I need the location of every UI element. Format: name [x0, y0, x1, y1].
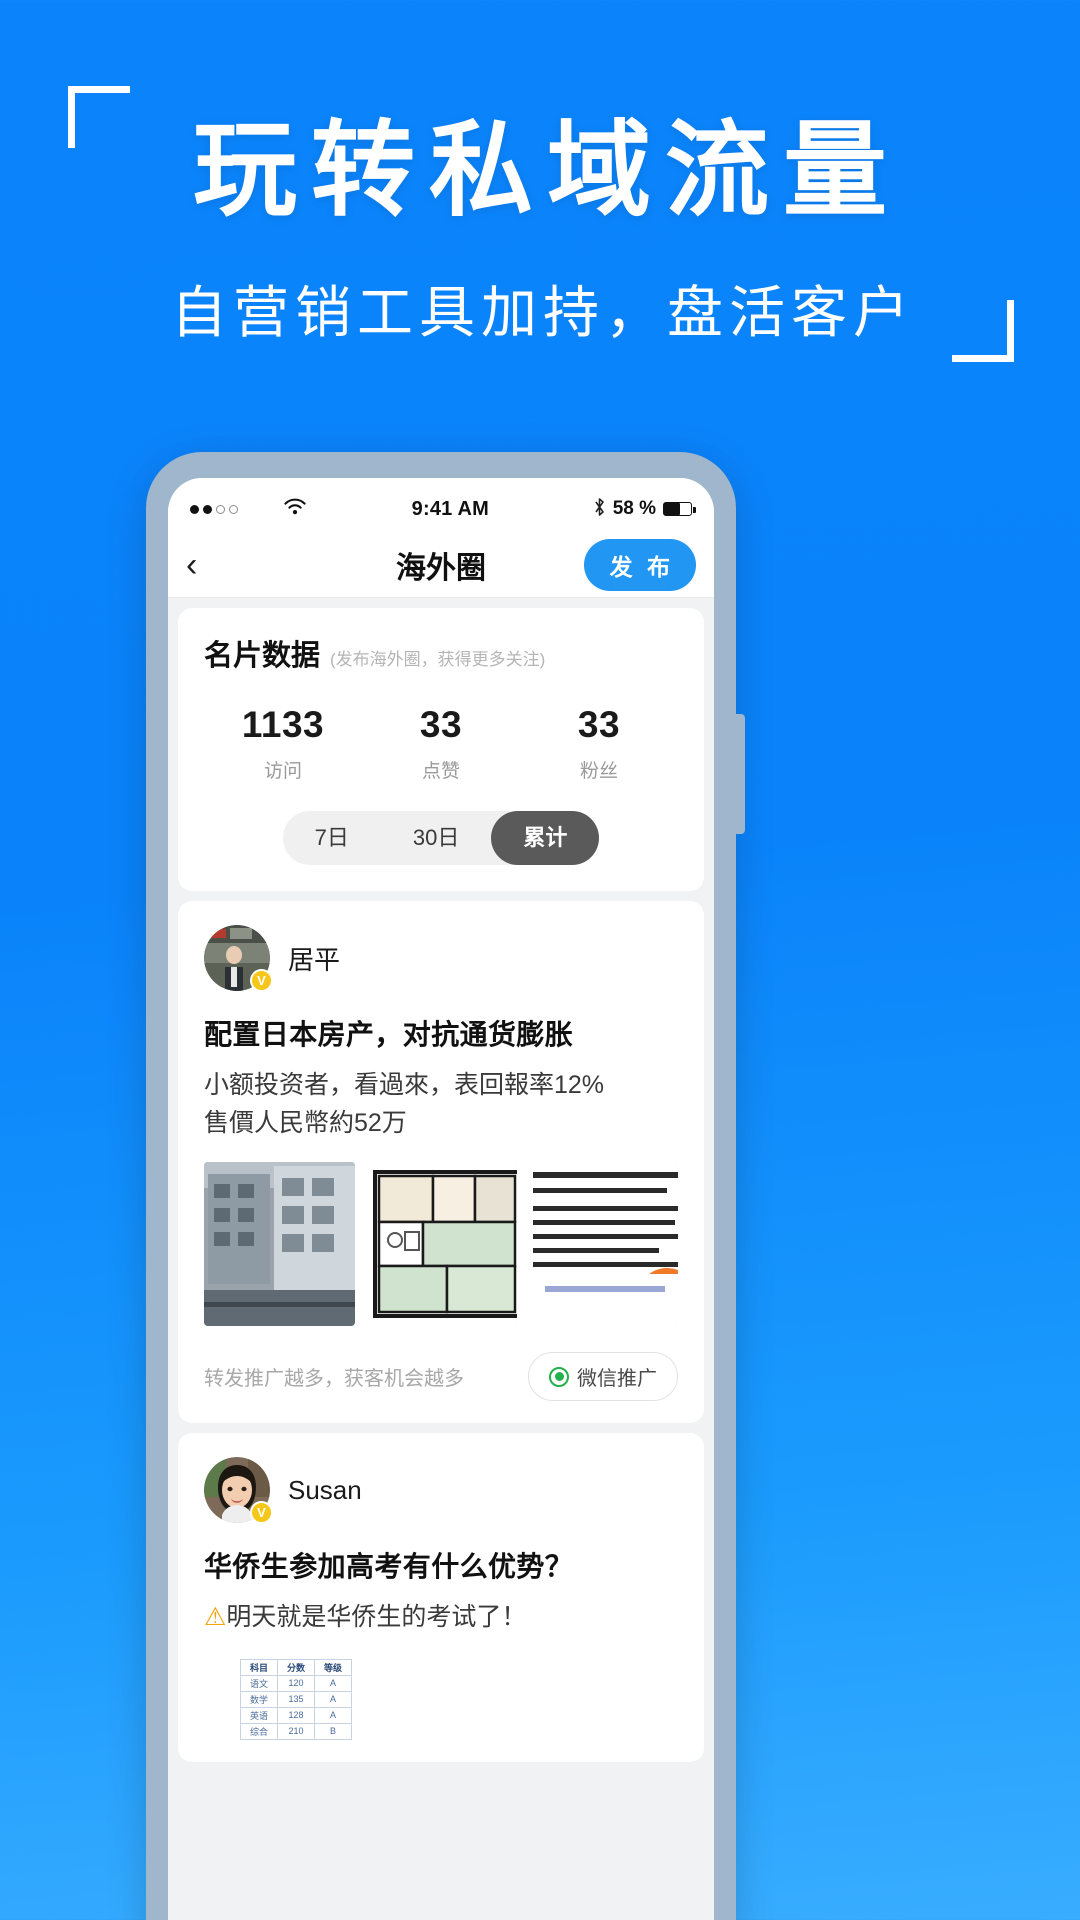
avatar[interactable]: V	[204, 925, 273, 992]
verified-badge-icon: V	[250, 1501, 273, 1524]
post-header: V Susan	[204, 1457, 678, 1524]
table-header-cell: 科目	[239, 1658, 279, 1676]
stat-followers: 33 粉丝	[520, 704, 678, 783]
stats-card-header: 名片数据 (发布海外圈，获得更多关注)	[204, 632, 678, 674]
verified-badge-icon: V	[250, 969, 273, 992]
phone-side-button	[736, 714, 745, 834]
table-row: 语文 120 A	[239, 1674, 353, 1692]
wifi-icon	[282, 497, 308, 522]
stat-value: 33	[577, 704, 621, 745]
battery-icon	[663, 502, 696, 516]
table-cell: 英语	[239, 1706, 279, 1724]
status-bar: 9:41 AM 58 %	[168, 478, 714, 532]
segment-7-days[interactable]: 7日	[283, 811, 381, 865]
post-promo-text: 转发推广越多，获客机会越多	[204, 1368, 464, 1390]
post-media-gallery	[204, 1162, 678, 1326]
table-cell: 128	[277, 1706, 316, 1724]
post-author-name[interactable]: Susan	[288, 1475, 362, 1506]
post-image-building[interactable]	[204, 1162, 356, 1326]
post-body: ⚠明天就是华侨生的考试了！	[204, 1599, 678, 1637]
table-cell: 综合	[239, 1722, 279, 1740]
table-cell: 语文	[239, 1674, 279, 1692]
phone-screen: 9:41 AM 58 % ‹ 海外圈 发 布 名片数据 (发布海外圈，获得更多关…	[168, 478, 714, 1920]
table-cell: 120	[277, 1674, 316, 1692]
post-image-floorplan[interactable]	[365, 1162, 517, 1326]
table-header-cell: 分数	[277, 1658, 316, 1676]
post-title: 华侨生参加高考有什么优势？	[204, 1551, 574, 1582]
stat-label: 粉丝	[579, 761, 618, 782]
segment-total[interactable]: 累计	[491, 811, 600, 865]
promo-banner: 玩转私域流量 自营销工具加持，盘活客户	[0, 0, 1080, 470]
stat-value: 1133	[241, 704, 325, 745]
stats-card-title: 名片数据	[204, 640, 321, 672]
segment-30-days[interactable]: 30日	[381, 811, 491, 865]
table-cell: 210	[277, 1722, 316, 1740]
wechat-icon	[549, 1366, 569, 1387]
period-segmented-control-wrap: 7日 30日 累计	[204, 811, 678, 865]
stat-label: 点赞	[421, 761, 460, 782]
table-cell: 数学	[239, 1690, 279, 1708]
table-cell: B	[314, 1722, 353, 1740]
stat-likes: 33 点赞	[362, 704, 520, 783]
post-body-line-1: 小额投资者，看過來，表回報率12%	[204, 1071, 605, 1099]
table-cell: A	[314, 1706, 353, 1724]
warning-icon: ⚠	[204, 1603, 227, 1631]
signal-strength-indicator	[190, 497, 308, 522]
table-cell: A	[314, 1674, 353, 1692]
stats-card-subtitle: (发布海外圈，获得更多关注)	[330, 650, 546, 669]
post-body: 小额投资者，看過來，表回報率12% 售價人民幣約52万	[204, 1067, 678, 1142]
table-row: 数学 135 A	[239, 1690, 353, 1708]
back-button[interactable]: ‹	[186, 548, 232, 582]
nav-bar: ‹ 海外圈 发 布	[168, 532, 714, 598]
phone-mockup: 9:41 AM 58 % ‹ 海外圈 发 布 名片数据 (发布海外圈，获得更多关…	[146, 452, 745, 1920]
period-segmented-control[interactable]: 7日 30日 累计	[282, 811, 600, 865]
stats-row: 1133 访问 33 点赞 33 粉丝	[204, 704, 678, 783]
post-body-line-2: 售價人民幣約52万	[204, 1108, 407, 1137]
post-header: V 居平	[204, 925, 678, 992]
post-card[interactable]: V Susan 华侨生参加高考有什么优势？ ⚠明天就是华侨生的考试了！ 科目 分…	[178, 1433, 704, 1762]
signal-dot-3	[216, 504, 225, 514]
promo-subheadline: 自营销工具加持，盘活客户	[171, 281, 915, 344]
post-title: 配置日本房产，对抗通货膨胀	[204, 1019, 574, 1050]
wechat-promote-label: 微信推广	[577, 1368, 657, 1390]
stat-label: 访问	[263, 761, 302, 782]
publish-button[interactable]: 发 布	[583, 538, 696, 591]
battery-percentage: 58 %	[612, 498, 656, 519]
avatar[interactable]: V	[204, 1457, 273, 1524]
bluetooth-icon	[593, 497, 606, 522]
stat-visits: 1133 访问	[204, 704, 362, 783]
status-bar-time: 9:41 AM	[411, 497, 490, 520]
post-attachment-table: 科目 分数 等级 语文 120 A 数学 135 A 英语 128 A 综合 2…	[204, 1658, 678, 1740]
post-image-text-card[interactable]	[526, 1162, 678, 1326]
signal-dot-2	[203, 504, 212, 514]
wechat-promote-button[interactable]: 微信推广	[528, 1352, 678, 1401]
signal-dot-1	[190, 504, 199, 514]
promo-headline: 玩转私域流量	[192, 113, 901, 229]
stat-value: 33	[419, 704, 463, 745]
signal-dot-4	[229, 504, 238, 514]
table-cell: 135	[277, 1690, 316, 1708]
page-content: 名片数据 (发布海外圈，获得更多关注) 1133 访问 33 点赞 33 粉丝	[168, 608, 714, 1920]
table-cell: A	[314, 1690, 353, 1708]
post-card[interactable]: V 居平 配置日本房产，对抗通货膨胀 小额投资者，看過來，表回報率12% 售價人…	[178, 901, 704, 1423]
business-card-stats-card: 名片数据 (发布海外圈，获得更多关注) 1133 访问 33 点赞 33 粉丝	[178, 608, 704, 891]
post-body-line-1: 明天就是华侨生的考试了！	[226, 1603, 527, 1631]
status-bar-right-cluster: 58 %	[593, 497, 696, 522]
post-promo-row: 转发推广越多，获客机会越多 微信推广	[204, 1352, 678, 1401]
post-author-name[interactable]: 居平	[288, 940, 340, 977]
table-row: 综合 210 B	[239, 1722, 353, 1740]
table-header-cell: 等级	[314, 1658, 353, 1676]
table-row: 英语 128 A	[239, 1706, 353, 1724]
